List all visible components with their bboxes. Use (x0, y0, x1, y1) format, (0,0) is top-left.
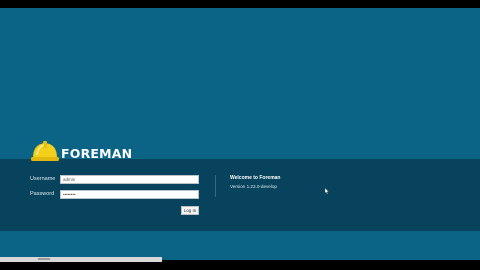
welcome-title: Welcome to Foreman (230, 175, 281, 181)
divider (215, 175, 216, 197)
login-screen: FOREMAN Username Password Log In Welcome… (0, 8, 480, 260)
login-button[interactable]: Log In (181, 206, 199, 215)
password-label: Password (30, 191, 55, 197)
logo-text: FOREMAN (61, 146, 133, 161)
mouse-cursor-icon (325, 188, 329, 194)
taskbar (0, 257, 162, 262)
username-input[interactable] (60, 175, 199, 184)
username-label: Username (30, 176, 56, 182)
password-input[interactable] (60, 190, 199, 199)
helmet-icon (31, 141, 59, 161)
taskbar-item[interactable] (38, 258, 50, 260)
version-text: Version 1.23.0-develop (230, 184, 277, 189)
foreman-logo: FOREMAN (30, 140, 132, 174)
